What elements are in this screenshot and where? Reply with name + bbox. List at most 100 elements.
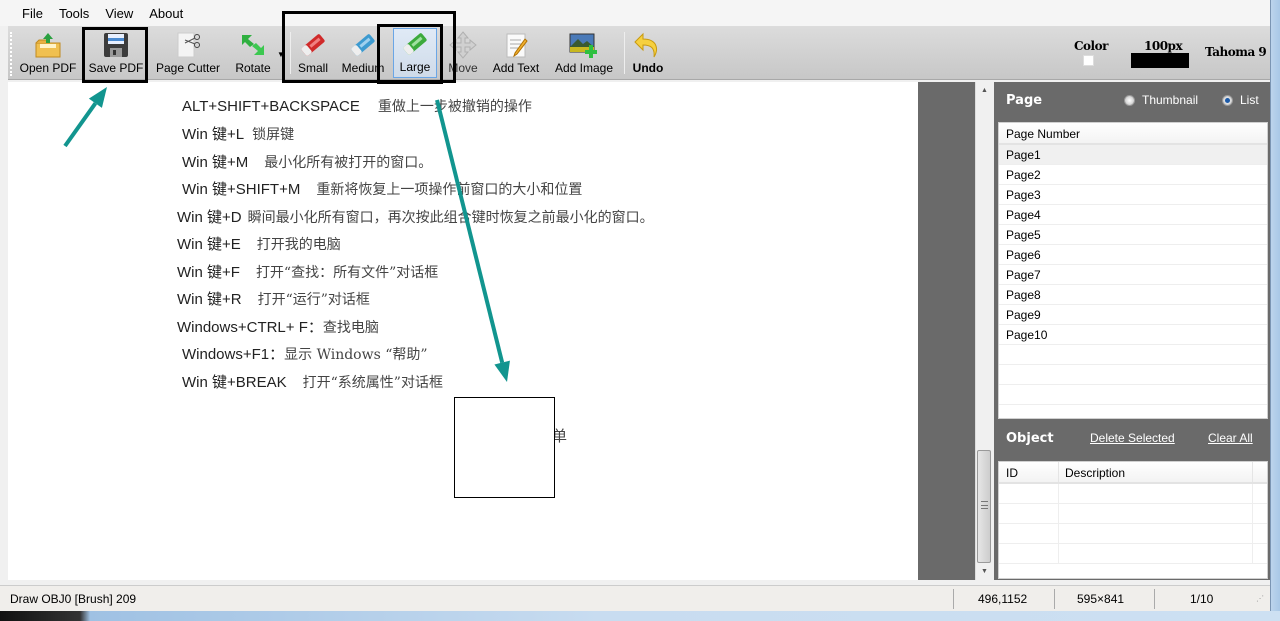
save-pdf-button[interactable]: Save PDF xyxy=(84,28,148,78)
toolbar-separator xyxy=(624,32,625,74)
page-list-item[interactable]: Page5 xyxy=(999,225,1267,245)
radio-off-icon xyxy=(1124,94,1135,106)
page-cutter-button[interactable]: Page Cutter xyxy=(152,28,224,78)
object-list-empty-row xyxy=(999,504,1267,524)
shortcut-description: 最小化所有被打开的窗口。 xyxy=(264,155,433,171)
delete-selected-link[interactable]: Delete Selected xyxy=(1090,431,1175,445)
pdf-editor-window: File Tools View About Open PDF Save PDF … xyxy=(0,0,1280,621)
id-column-header[interactable]: ID xyxy=(999,462,1059,482)
shortcut-description: 打开“查找：所有文件”对话框 xyxy=(255,265,439,281)
shortcut-description: 打开“系统属性”对话框 xyxy=(302,375,443,391)
status-divider xyxy=(1054,589,1055,609)
save-pdf-label: Save PDF xyxy=(88,61,144,75)
color-swatch[interactable] xyxy=(1083,55,1094,66)
object-list-empty-row xyxy=(999,544,1267,564)
object-list-empty-row xyxy=(999,484,1267,504)
page-list-item[interactable]: Page7 xyxy=(999,265,1267,285)
document-line: Win 键+SHIFT+M 重新将恢复上一项操作前窗口的大小和位置 xyxy=(182,178,582,199)
add-text-button[interactable]: Add Text xyxy=(486,28,546,78)
document-line: Win 键+E 打开我的电脑 xyxy=(177,233,341,254)
page-list[interactable]: Page Number Page1 Page2 Page3 Page4 Page5 Pag… xyxy=(998,122,1268,419)
rotate-dropdown-icon[interactable]: ▼ xyxy=(277,50,285,59)
move-label: Move xyxy=(448,61,478,75)
undo-arrow-icon xyxy=(633,31,663,59)
move-button[interactable]: Move xyxy=(444,28,482,78)
grip-icon xyxy=(981,501,988,509)
object-list-header: ID Description xyxy=(999,462,1267,484)
eraser-large-label: Large xyxy=(399,60,431,74)
page-number-header[interactable]: Page Number xyxy=(999,123,1267,145)
page-list-item[interactable]: Page1 xyxy=(999,145,1267,165)
clear-all-link[interactable]: Clear All xyxy=(1208,431,1253,445)
scissors-icon xyxy=(173,31,203,59)
pdf-page-canvas[interactable]: ALT+SHIFT+BACKSPACE 重做上一步被撤销的操作 Win 键+L 锁屏键… xyxy=(8,82,918,580)
eraser-large-button[interactable]: Large xyxy=(393,28,437,78)
menu-about[interactable]: About xyxy=(141,6,191,21)
list-label: List xyxy=(1240,93,1259,107)
document-line: Win 键+BREAK 打开“系统属性”对话框 xyxy=(182,371,443,392)
page-list-item[interactable]: Page4 xyxy=(999,205,1267,225)
add-text-label: Add Text xyxy=(492,61,540,75)
window-border xyxy=(1270,0,1280,611)
cursor-coords: 496,1152 xyxy=(978,592,1028,606)
add-image-label: Add Image xyxy=(554,61,614,75)
scroll-down-icon[interactable]: ▼ xyxy=(976,565,993,579)
object-list-empty-row xyxy=(999,524,1267,544)
shortcut-key: Win 键+F xyxy=(177,264,240,281)
toolbar-separator xyxy=(290,32,291,74)
shortcut-description: 重新将恢复上一项操作前窗口的大小和位置 xyxy=(316,182,583,198)
taskbar-strip xyxy=(0,611,1280,621)
eraser-green-icon xyxy=(400,30,430,58)
open-pdf-button[interactable]: Open PDF xyxy=(16,28,80,78)
page-list-item[interactable]: Page2 xyxy=(999,165,1267,185)
rotate-label: Rotate xyxy=(235,61,271,75)
menu-tools[interactable]: Tools xyxy=(51,6,97,21)
undo-label: Undo xyxy=(632,61,664,75)
page-list-item[interactable]: Page10 xyxy=(999,325,1267,345)
shortcut-description: 重做上一步被撤销的操作 xyxy=(377,99,532,115)
page-list-item[interactable]: Page8 xyxy=(999,285,1267,305)
rotate-button[interactable]: Rotate xyxy=(228,28,278,78)
page-list-item[interactable]: Page3 xyxy=(999,185,1267,205)
shortcut-key: Windows+F1： xyxy=(182,346,285,363)
shortcut-key: Win 键+BREAK xyxy=(182,374,287,391)
undo-button[interactable]: Undo xyxy=(628,28,668,78)
eraser-medium-label: Medium xyxy=(341,61,385,75)
object-list[interactable]: ID Description xyxy=(998,461,1268,579)
eraser-medium-button[interactable]: Medium xyxy=(338,28,388,78)
rotate-arrows-icon xyxy=(238,31,268,59)
folder-open-icon xyxy=(33,31,63,59)
menu-view[interactable]: View xyxy=(97,6,141,21)
page-list-item[interactable]: Page6 xyxy=(999,245,1267,265)
font-selector[interactable]: Tahoma 9 xyxy=(1205,45,1267,59)
side-panel: Page Thumbnail List Page Number Page1 Pag… xyxy=(994,82,1270,580)
page-index: 1/10 xyxy=(1190,592,1214,606)
document-line: Win 键+R 打开“运行”对话框 xyxy=(177,288,370,309)
canvas-vertical-scrollbar[interactable]: ▲ ▼ xyxy=(975,82,992,580)
list-radio[interactable]: List xyxy=(1222,93,1259,107)
brush-size-preview[interactable] xyxy=(1131,53,1189,68)
shortcut-description: 锁屏键 xyxy=(252,127,295,143)
description-column-header[interactable]: Description xyxy=(1059,462,1253,482)
document-line: Windows+F1：显示 Windows “帮助” xyxy=(182,343,428,364)
eraser-small-button[interactable]: Small xyxy=(294,28,332,78)
page-list-empty-row xyxy=(999,345,1267,365)
toolbar-grip[interactable] xyxy=(10,32,13,76)
scroll-up-icon[interactable]: ▲ xyxy=(976,84,993,98)
open-pdf-label: Open PDF xyxy=(19,61,77,75)
resize-grip-icon[interactable]: ⋰ xyxy=(1256,586,1264,612)
shortcut-description: 打开我的电脑 xyxy=(256,237,341,253)
floppy-disk-icon xyxy=(101,31,131,59)
add-image-button[interactable]: Add Image xyxy=(550,28,618,78)
shortcut-key: Win 键+M xyxy=(182,154,249,171)
shortcut-key: Win 键+SHIFT+M xyxy=(182,181,301,198)
thumbnail-radio[interactable]: Thumbnail xyxy=(1124,93,1198,107)
page-list-empty-row xyxy=(999,405,1267,418)
drawn-rectangle[interactable] xyxy=(454,397,555,498)
brush-size-label: 100px xyxy=(1144,39,1183,53)
page-list-item[interactable]: Page9 xyxy=(999,305,1267,325)
scrollbar-thumb[interactable] xyxy=(977,450,991,563)
color-label: Color xyxy=(1074,39,1108,53)
shortcut-key: Win 键+L xyxy=(182,126,245,143)
menu-file[interactable]: File xyxy=(14,6,51,21)
